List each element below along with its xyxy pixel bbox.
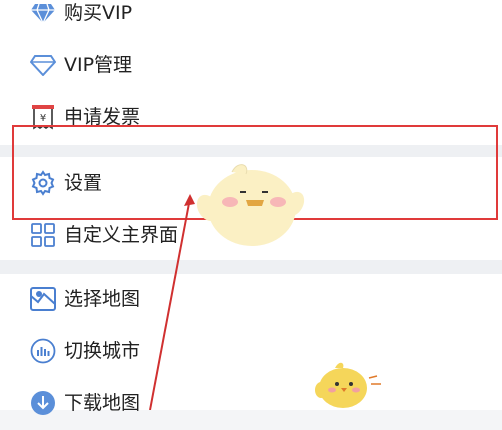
chick-sticker-small: [315, 362, 381, 408]
chick-sticker: [196, 164, 305, 246]
